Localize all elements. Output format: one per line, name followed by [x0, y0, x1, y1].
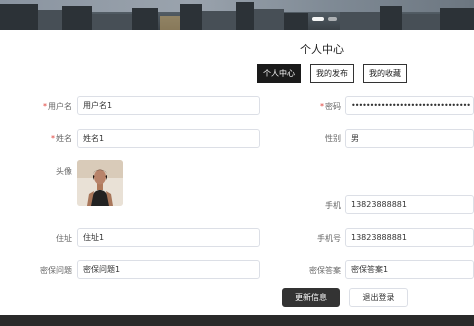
carousel-dot-active[interactable] — [312, 17, 324, 21]
username-label-text: 用户名 — [48, 102, 72, 111]
address-label: 住址 — [56, 234, 72, 243]
avatar-label: 头像 — [56, 167, 72, 176]
name-input[interactable]: 姓名1 — [77, 129, 260, 148]
gender-input[interactable]: 男 — [345, 129, 474, 148]
building — [402, 14, 440, 30]
security-answer-input[interactable]: 密保答案1 — [345, 260, 474, 279]
building — [62, 6, 92, 30]
building — [38, 10, 62, 30]
password-label-text: 密码 — [325, 102, 341, 111]
required-mark: * — [320, 102, 324, 111]
phone-label: 手机 — [325, 201, 341, 210]
building — [254, 9, 284, 30]
name-label-text: 姓名 — [56, 134, 72, 143]
building — [92, 14, 132, 30]
mobile-label: 手机号 — [317, 234, 341, 243]
avatar-image — [77, 160, 123, 206]
update-info-button[interactable]: 更新信息 — [282, 288, 340, 307]
security-question-label: 密保问题 — [40, 266, 72, 275]
user-avatar-photo[interactable] — [77, 160, 123, 206]
carousel-indicators — [312, 17, 337, 21]
banner-carousel — [0, 0, 474, 30]
required-mark: * — [51, 134, 55, 143]
logout-button[interactable]: 退出登录 — [349, 288, 408, 307]
tab-profile[interactable]: 个人中心 — [257, 64, 301, 83]
page-title: 个人中心 — [300, 43, 344, 56]
tab-my-favorites[interactable]: 我的收藏 — [363, 64, 407, 83]
building — [340, 12, 380, 30]
building — [132, 8, 158, 30]
building — [236, 2, 254, 30]
building — [180, 4, 202, 30]
security-question-input[interactable]: 密保问题1 — [77, 260, 260, 279]
gender-label: 性别 — [325, 134, 341, 143]
phone-input[interactable]: 13823888881 — [345, 195, 474, 214]
tab-bar: 个人中心 我的发布 我的收藏 — [257, 64, 407, 83]
required-mark: * — [43, 102, 47, 111]
carousel-dot[interactable] — [328, 17, 337, 21]
name-label: *姓名 — [40, 133, 72, 144]
password-label: *密码 — [309, 101, 341, 112]
building — [0, 4, 38, 30]
building — [284, 13, 308, 30]
building — [440, 8, 474, 30]
username-input[interactable]: 用户名1 — [77, 96, 260, 115]
username-label: *用户名 — [40, 101, 72, 112]
security-answer-label: 密保答案 — [309, 266, 341, 275]
mobile-input[interactable]: 13823888881 — [345, 228, 474, 247]
tab-my-posts[interactable]: 我的发布 — [310, 64, 354, 83]
password-input[interactable]: •••••••••••••••••••••••••••••••• — [345, 96, 474, 115]
building — [202, 11, 236, 30]
footer-bar — [0, 315, 474, 326]
building — [380, 6, 402, 30]
address-input[interactable]: 住址1 — [77, 228, 260, 247]
